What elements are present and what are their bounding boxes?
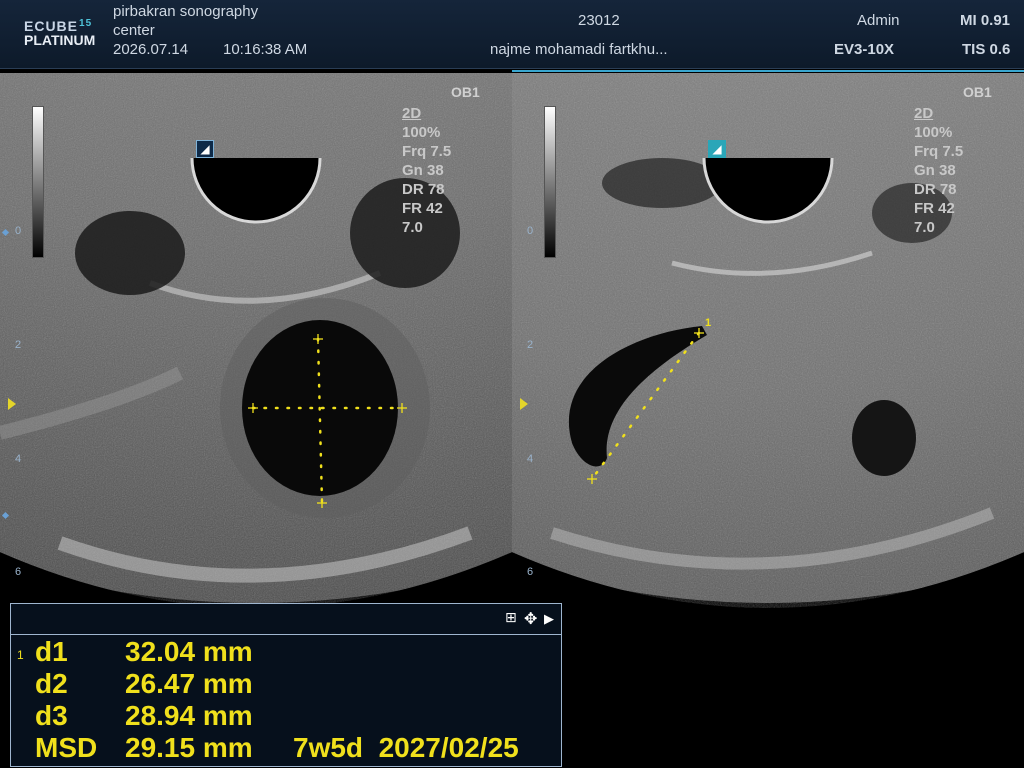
measurement-results-panel: ⊞ ✥ ▶ 1 d1 32.04 mm d2 26.47 mm d3 28.94 mm… [10, 603, 562, 767]
measurement-panel-toolbar: ⊞ ✥ ▶ [11, 604, 561, 635]
depth-label: 2 [15, 339, 22, 351]
depth-label: 4 [15, 453, 22, 465]
measurement-row-d3: d3 28.94 mm [35, 700, 253, 731]
probe-orientation-icon: ◢ [708, 140, 726, 158]
patient-name: najme mohamadi fartkhu... [490, 41, 668, 58]
grayscale-bar [544, 106, 556, 258]
depth-label: 6 [15, 566, 22, 578]
measurement-row-d1: d1 32.04 mm [35, 636, 253, 667]
grayscale-bar [32, 106, 44, 258]
depth-label: 0 [527, 225, 534, 237]
move-icon[interactable]: ✥ [524, 609, 537, 629]
institution-name-line2: center [113, 22, 155, 39]
grid-icon[interactable]: ⊞ [505, 609, 517, 626]
imaging-params: 2D 100% Frq 7.5 Gn 38 DR 78 FR 42 7.0 [914, 105, 964, 236]
imaging-params: 2D 100% Frq 7.5 Gn 38 DR 78 FR 42 7.0 [402, 105, 452, 236]
exam-date: 2026.07.14 [113, 41, 189, 58]
thermal-index: TIS 0.6 [962, 41, 1011, 58]
depth-label: 0 [15, 225, 22, 237]
ultrasound-image-left[interactable]: ◢ OB1 2D 100% Frq 7.5 Gn 38 DR 78 FR 42 … [0, 73, 512, 633]
depth-label: 2 [527, 339, 534, 351]
measurement-row-msd: MSD 29.15 mm 7w5d 2027/02/25 [35, 732, 519, 763]
active-panel-indicator [512, 70, 1024, 72]
top-status-bar: ECUBE15 PLATINUM pirbakran sonography ce… [0, 0, 1024, 69]
focus-marker-icon[interactable] [8, 398, 16, 410]
ultrasound-image-right[interactable]: 1 ◢ OB1 2D 100% Frq 7.5 Gn 38 DR 78 FR 4… [512, 73, 1024, 633]
probe-name: EV3-10X [834, 41, 895, 58]
depth-label: 4 [527, 453, 534, 465]
mechanical-index: MI 0.91 [960, 12, 1011, 29]
depth-label: 6 [527, 566, 534, 578]
caliper-number-label: 1 [705, 317, 712, 329]
patient-id: 23012 [578, 12, 620, 29]
focus-marker-icon[interactable] [520, 398, 528, 410]
exam-time: 10:16:38 AM [223, 41, 308, 58]
operator-name: Admin [857, 12, 900, 29]
measurement-row-d2: d2 26.47 mm [35, 668, 253, 699]
preset-label: OB1 [963, 84, 992, 100]
institution-name: pirbakran sonography [113, 3, 259, 20]
preset-label: OB1 [451, 84, 480, 100]
measurement-index: 1 [17, 648, 24, 662]
ecube-platinum-logo: ECUBE15 PLATINUM [24, 18, 96, 48]
probe-orientation-icon: ◢ [196, 140, 214, 158]
expand-arrow-icon[interactable]: ▶ [544, 611, 554, 627]
